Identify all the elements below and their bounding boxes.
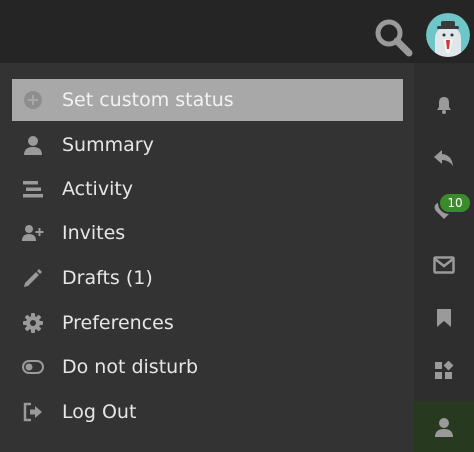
menu-item-invites[interactable]: Invites: [12, 212, 403, 254]
menu-item-log-out[interactable]: Log Out: [12, 391, 403, 433]
bookmarks-button[interactable]: [414, 296, 474, 340]
grid-icon: [435, 361, 454, 379]
user-plus-icon: [22, 222, 44, 244]
likes-count-badge: 10: [440, 194, 470, 212]
replies-button[interactable]: [414, 136, 474, 180]
toggle-off-icon: [22, 356, 44, 378]
plus-circle-icon: [22, 89, 44, 111]
reply-icon: [434, 150, 453, 166]
search-icon: [375, 19, 413, 57]
user-avatar-icon: [426, 13, 470, 57]
menu-item-activity[interactable]: Activity: [12, 168, 403, 210]
notifications-button[interactable]: [414, 83, 474, 127]
stream-icon: [22, 178, 44, 200]
user-menu-panel: Set custom status Summary Activity Invit…: [0, 63, 414, 452]
user-icon: [435, 417, 453, 437]
menu-item-set-custom-status[interactable]: Set custom status: [12, 79, 403, 121]
menu-item-label: Drafts (1): [62, 267, 153, 289]
envelope-icon: [433, 256, 455, 274]
avatar[interactable]: [426, 13, 470, 57]
menu-item-label: Preferences: [62, 312, 174, 334]
menu-item-drafts[interactable]: Drafts (1): [12, 257, 403, 299]
menu-item-summary[interactable]: Summary: [12, 124, 403, 166]
menu-item-label: Activity: [62, 178, 134, 200]
menu-item-label: Log Out: [62, 401, 137, 423]
user-icon: [22, 134, 44, 156]
quick-access-rail: [414, 63, 474, 452]
bell-icon: [437, 97, 451, 114]
menu-item-label: Invites: [62, 222, 126, 244]
profile-button[interactable]: [414, 401, 474, 452]
messages-button[interactable]: [414, 243, 474, 287]
menu-item-do-not-disturb[interactable]: Do not disturb: [12, 346, 403, 388]
menu-item-label: Set custom status: [62, 89, 234, 111]
menu-item-preferences[interactable]: Preferences: [12, 302, 403, 344]
pencil-icon: [22, 267, 44, 289]
search-button[interactable]: [372, 16, 414, 58]
more-apps-button[interactable]: [414, 349, 474, 393]
header-bar: [0, 0, 474, 63]
bookmark-icon: [437, 309, 451, 327]
menu-item-label: Summary: [62, 134, 154, 156]
gear-icon: [22, 312, 44, 334]
menu-item-label: Do not disturb: [62, 356, 199, 378]
sign-out-icon: [22, 401, 44, 423]
